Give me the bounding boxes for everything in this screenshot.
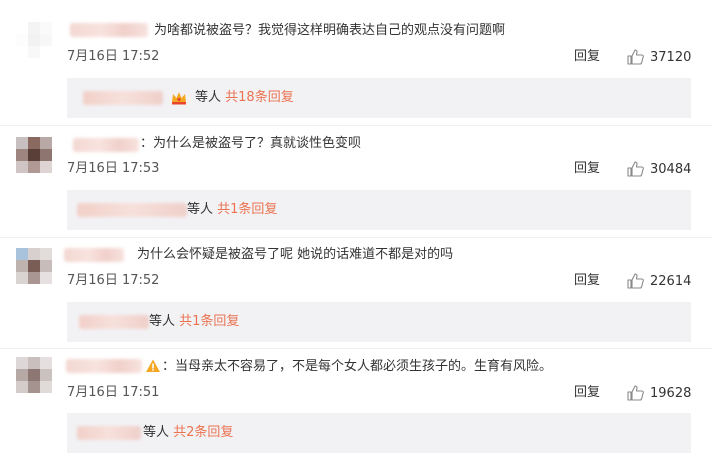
sub-reply-etc: 等人 (149, 314, 176, 329)
avatar[interactable] (16, 22, 52, 58)
sub-reply-summary: 等人 共2条回复 (143, 424, 233, 442)
sub-reply-count-link[interactable]: 共1条回复 (179, 314, 239, 329)
sub-reply-count-link[interactable]: 共2条回复 (173, 425, 233, 440)
avatar[interactable] (16, 248, 52, 284)
thumbs-up-icon (627, 385, 644, 401)
divider (0, 348, 712, 349)
comment-time: 7月16日 17:51 (67, 385, 160, 400)
sub-reply-user-blurred[interactable] (83, 91, 163, 105)
like-button[interactable]: 19628 (627, 384, 691, 402)
comment-text: 为什么会怀疑是被盗号了呢 她说的话难道不都是对的吗 (137, 247, 454, 262)
avatar[interactable] (16, 357, 52, 393)
sub-reply-count-link[interactable]: 共1条回复 (217, 202, 277, 217)
sub-reply-summary: 等人 共18条回复 (195, 89, 294, 107)
like-count: 19628 (650, 385, 692, 401)
reply-button[interactable]: 回复 (574, 48, 600, 66)
sub-replies-box[interactable]: 等人 共1条回复 (67, 190, 691, 230)
username-blurred[interactable] (73, 138, 139, 152)
divider (0, 125, 712, 126)
comment-text: ：为什么是被盗号了？真就谈性色变呗 (140, 136, 362, 151)
reply-button[interactable]: 回复 (574, 384, 600, 402)
sub-replies-box[interactable]: 等人 共18条回复 (67, 78, 691, 118)
username-blurred[interactable] (64, 248, 124, 262)
like-count: 30484 (650, 161, 692, 177)
sub-replies-box[interactable]: 等人 共1条回复 (67, 302, 691, 342)
comment-text: ：当母亲太不容易了，不是每个女人都必须生孩子的。生育有风险。 (162, 359, 553, 374)
sub-reply-summary: 等人 共1条回复 (149, 313, 239, 331)
sub-reply-count-link[interactable]: 共18条回复 (225, 90, 294, 105)
thumbs-up-icon (627, 49, 644, 65)
username-blurred[interactable] (66, 359, 142, 373)
sub-reply-etc: 等人 (143, 425, 170, 440)
like-count: 37120 (650, 49, 692, 65)
avatar[interactable] (16, 137, 52, 173)
like-button[interactable]: 30484 (627, 160, 691, 178)
username-blurred[interactable] (70, 23, 148, 37)
thumbs-up-icon (627, 273, 644, 289)
comment-time: 7月16日 17:52 (67, 49, 160, 64)
sub-reply-user-blurred[interactable] (79, 315, 149, 329)
like-button[interactable]: 22614 (627, 272, 691, 290)
like-count: 22614 (650, 273, 692, 289)
sub-reply-etc: 等人 (187, 202, 214, 217)
sub-reply-summary: 等人 共1条回复 (187, 201, 277, 219)
reply-button[interactable]: 回复 (574, 160, 600, 178)
crown-badge-icon (172, 92, 186, 105)
sub-reply-etc: 等人 (195, 90, 222, 105)
comment-time: 7月16日 17:52 (67, 273, 160, 288)
thumbs-up-icon (627, 161, 644, 177)
comment-time: 7月16日 17:53 (67, 161, 160, 176)
sub-reply-user-blurred[interactable] (77, 426, 141, 440)
divider (0, 237, 712, 238)
reply-button[interactable]: 回复 (574, 272, 600, 290)
comment-text: 为啥都说被盗号？我觉得这样明确表达自己的观点没有问题啊 (154, 23, 506, 38)
sub-replies-box[interactable]: 等人 共2条回复 (67, 413, 691, 453)
sub-reply-user-blurred[interactable] (77, 203, 187, 217)
warning-badge-icon (146, 359, 160, 372)
like-button[interactable]: 37120 (627, 48, 691, 66)
